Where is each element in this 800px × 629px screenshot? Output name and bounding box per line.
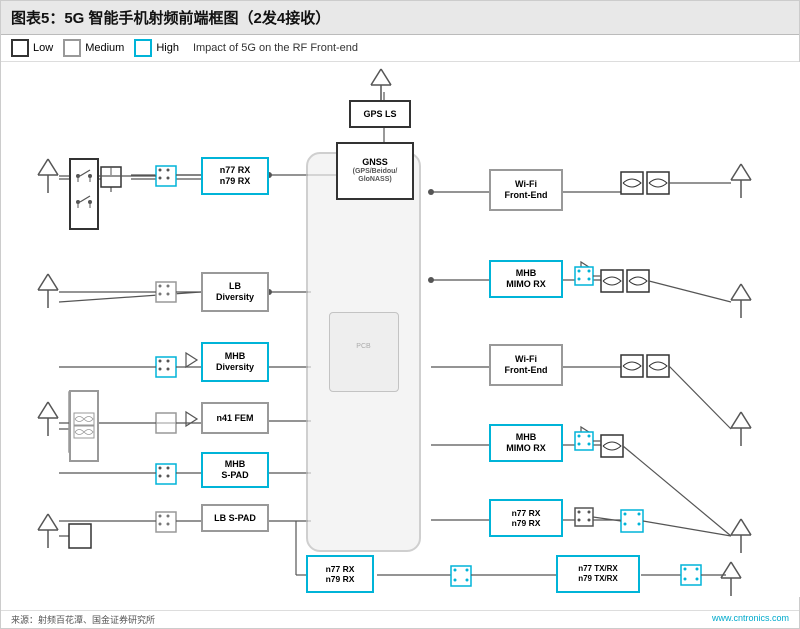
legend-medium-box — [63, 39, 81, 57]
legend-low-box — [11, 39, 29, 57]
switch-icon — [73, 164, 95, 224]
antenna-right-5 — [719, 560, 743, 596]
block-n77rx-right: n77 RXn79 RX — [489, 499, 563, 537]
legend-high: High — [134, 39, 179, 57]
page-container: 图表5：5G 智能手机射频前端框图（2发4接收） Low Medium High… — [0, 0, 800, 629]
block-mhb-diversity: MHBDiversity — [201, 342, 269, 382]
lb-filter-component — [69, 390, 99, 462]
antenna-left-4 — [36, 512, 60, 548]
switch-block-top-left — [69, 158, 99, 230]
legend-bar: Low Medium High Impact of 5G on the RF F… — [1, 35, 799, 62]
block-wifi-bot: Wi-FiFront-End — [489, 344, 563, 386]
block-mhb-mimo-top: MHBMIMO RX — [489, 260, 563, 298]
antenna-left-2 — [36, 272, 60, 308]
antenna-right-3 — [729, 410, 753, 446]
legend-medium: Medium — [63, 39, 124, 57]
block-lb-diversity: LBDiversity — [201, 272, 269, 312]
legend-low: Low — [11, 39, 53, 57]
antenna-top-center — [369, 67, 393, 103]
legend-low-label: Low — [33, 42, 53, 54]
footer-url: www.cntronics.com — [712, 613, 789, 626]
block-gps-ls: GPS LS — [349, 100, 411, 128]
antenna-right-2 — [729, 282, 753, 318]
block-n41-fem: n41 FEM — [201, 402, 269, 434]
diagram-area: PCB — [1, 62, 800, 597]
page-title: 图表5：5G 智能手机射频前端框图（2发4接收） — [11, 10, 330, 27]
block-mhb-spad: MHBS-PAD — [201, 452, 269, 488]
legend-high-label: High — [156, 42, 179, 54]
block-n77rx-bottom-left: n77 RXn79 RX — [306, 555, 374, 593]
title-bar: 图表5：5G 智能手机射频前端框图（2发4接收） — [1, 1, 799, 35]
antenna-right-1 — [729, 162, 753, 198]
block-wifi-top: Wi-FiFront-End — [489, 169, 563, 211]
legend-description: Impact of 5G on the RF Front-end — [193, 42, 358, 54]
block-mhb-mimo-bot: MHBMIMO RX — [489, 424, 563, 462]
antenna-right-4 — [729, 517, 753, 553]
footer-source: 来源：射频百花潭、国金证券研究所 — [11, 613, 155, 626]
legend-high-box — [134, 39, 152, 57]
block-lb-spad: LB S-PAD — [201, 504, 269, 532]
block-gnss: GNSS (GPS/Beidou/GloNASS) — [336, 142, 414, 200]
block-n77txrx: n77 TX/RXn79 TX/RX — [556, 555, 640, 593]
footer-bar: 来源：射频百花潭、国金证券研究所 www.cntronics.com — [1, 610, 799, 628]
filter-top — [73, 412, 95, 440]
antenna-left-3 — [36, 400, 60, 436]
phone-shape: PCB — [306, 152, 421, 552]
antenna-left-1 — [36, 157, 60, 193]
legend-medium-label: Medium — [85, 42, 124, 54]
block-n77rx-top: n77 RXn79 RX — [201, 157, 269, 195]
